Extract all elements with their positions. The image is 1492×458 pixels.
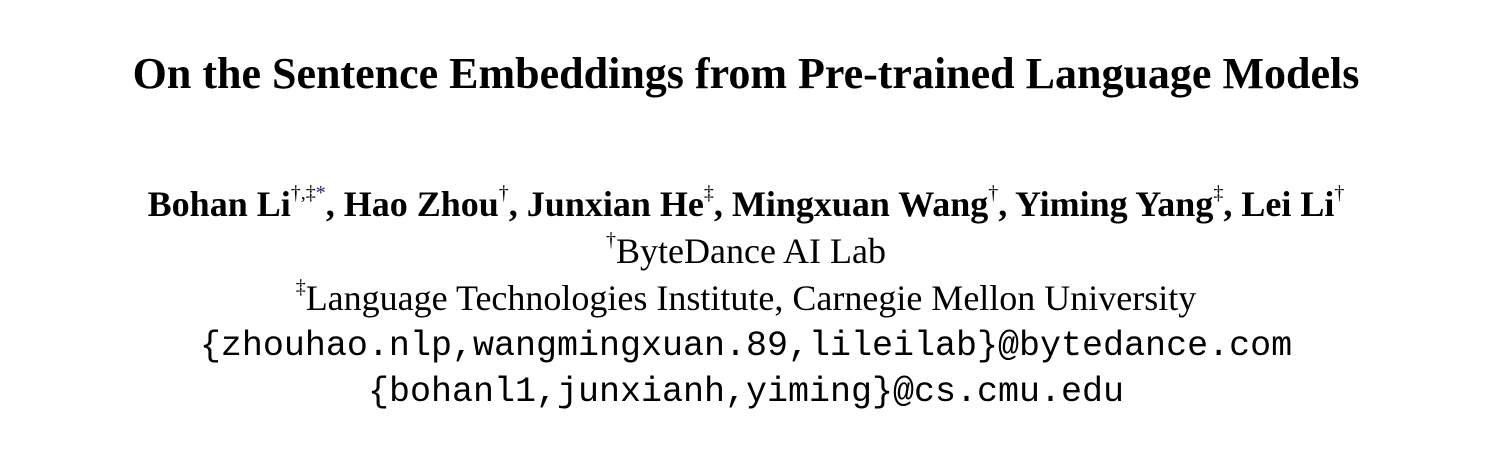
affiliation-text: Language Technologies Institute, Carnegi… bbox=[305, 278, 1197, 318]
author-separator: , bbox=[713, 184, 732, 224]
author-name: Bohan Li bbox=[147, 184, 291, 224]
author-mark: † bbox=[1334, 182, 1345, 204]
author-name: Lei Li bbox=[1241, 184, 1335, 224]
affiliation: †ByteDance AI Lab bbox=[0, 228, 1492, 274]
author-mark: † bbox=[988, 182, 999, 204]
author-separator: , bbox=[1223, 184, 1242, 224]
email-line: {bohanl1,junxianh,yiming}@cs.cmu.edu bbox=[367, 372, 1125, 412]
author-name: Hao Zhou bbox=[343, 184, 499, 224]
paper-title: On the Sentence Embeddings from Pre-trai… bbox=[132, 49, 1360, 98]
author-mark: †,‡* bbox=[290, 182, 326, 204]
email-line: {zhouhao.nlp,wangmingxuan.89,lileilab}@b… bbox=[199, 326, 1293, 366]
affiliation-text: ByteDance AI Lab bbox=[616, 231, 886, 271]
affiliation-mark: ‡ bbox=[295, 276, 306, 298]
paper-header: On the Sentence Embeddings from Pre-trai… bbox=[0, 0, 1492, 458]
footnote-star[interactable]: * bbox=[316, 182, 326, 204]
author-mark: † bbox=[498, 182, 509, 204]
author-name: Mingxuan Wang bbox=[731, 184, 989, 224]
author-separator: , bbox=[508, 184, 527, 224]
affiliation: ‡Language Technologies Institute, Carneg… bbox=[0, 275, 1492, 321]
author-mark: ‡ bbox=[703, 182, 714, 204]
author-name: Yiming Yang bbox=[1014, 184, 1214, 224]
author-separator: , bbox=[998, 184, 1015, 224]
author-list: Bohan Li†,‡*, Hao Zhou†, Junxian He‡, Mi… bbox=[0, 180, 1492, 228]
author-mark: ‡ bbox=[1213, 182, 1224, 204]
author-name: Junxian He bbox=[526, 184, 704, 224]
author-separator: , bbox=[325, 184, 344, 224]
affiliation-mark: † bbox=[606, 229, 617, 251]
